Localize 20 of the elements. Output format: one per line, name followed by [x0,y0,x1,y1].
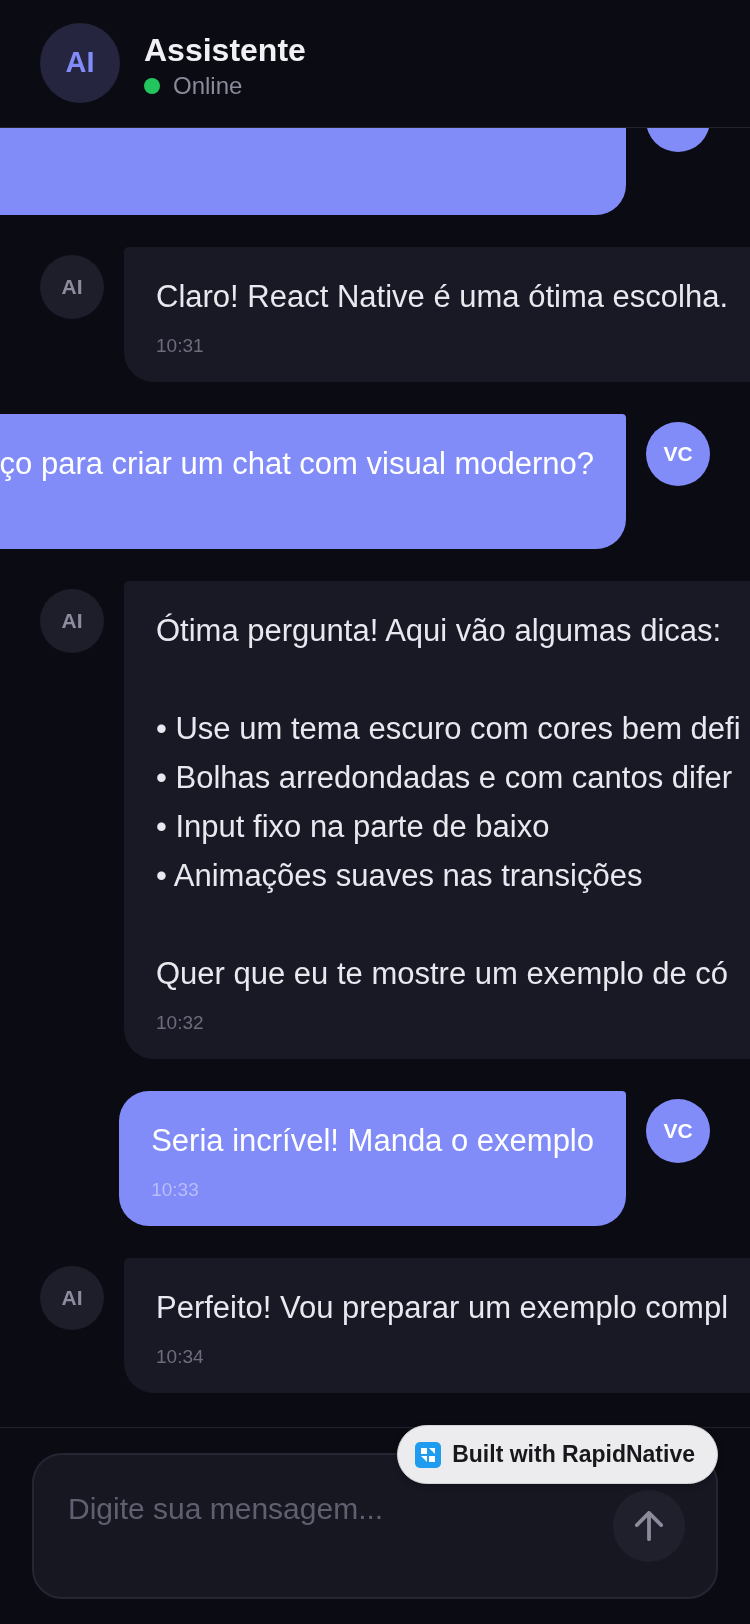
message-text: Claro! React Native é uma ótima escolha. [156,278,729,316]
message-time: 10:33 [151,1178,199,1202]
arrow-up-icon [634,1511,664,1541]
message-text: Seria incrível! Manda o exemplo [151,1122,594,1160]
built-with-badge[interactable]: Built with RapidNative [397,1425,718,1484]
tile-icon [415,1441,442,1468]
message-text: ço para criar um chat com visual moderno? [0,445,594,483]
user-avatar: VC [646,422,710,486]
assistant-avatar: AI [40,1266,104,1330]
message-text: Ótima pergunta! Aqui vão algumas dicas: • Use um tema escuro com cores bem defi • Bolhas arredondadas e com cantos difer • Input fixo na parte de baixo • Animações suaves nas transições Quer que eu te mostre um exemplo de có [156,612,741,993]
status-text: Online [173,70,243,101]
message-time: 10:31 [156,334,204,358]
assistant-avatar: AI [40,589,104,653]
chat-title: Assistente [144,30,306,70]
assistant-avatar: AI [40,22,120,103]
assistant-avatar: AI [40,255,104,319]
message-time: 10:34 [156,1345,204,1369]
message-text: Perfeito! Vou preparar um exemplo compl [156,1289,729,1327]
user-avatar: VC [646,1099,710,1163]
message-time: 10:32 [156,1011,204,1035]
